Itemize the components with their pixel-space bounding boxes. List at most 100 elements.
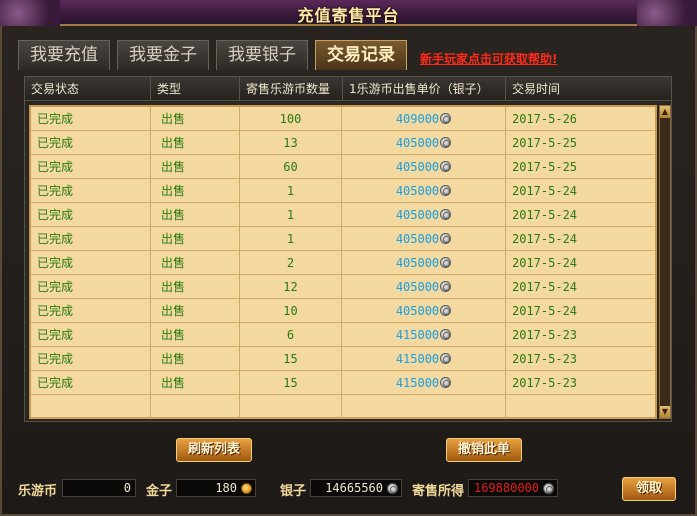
cell-type-text: 出售 (161, 112, 186, 126)
silver-coin-icon (440, 113, 452, 124)
cell-status-text: 已完成 (37, 184, 74, 198)
empty-cell (31, 395, 151, 419)
cell-status: 已完成 (31, 227, 151, 251)
cell-type-text: 出售 (161, 376, 186, 390)
table-row[interactable]: 已完成 出售 100 409000 2017-5-26 (31, 107, 655, 131)
cell-status-text: 已完成 (37, 352, 74, 366)
help-link[interactable]: 新手玩家点击可获取帮助! (420, 50, 557, 67)
table-row[interactable]: 已完成 出售 13 405000 2017-5-25 (31, 131, 655, 155)
cell-status: 已完成 (31, 371, 151, 395)
tab-recharge[interactable]: 我要充值 (18, 40, 110, 70)
cell-type: 出售 (151, 275, 240, 299)
table-row[interactable]: 已完成 出售 1 405000 2017-5-24 (31, 179, 655, 203)
cell-status: 已完成 (31, 347, 151, 371)
cell-quantity: 15 (240, 371, 342, 395)
proceeds-coin-icon (543, 483, 554, 494)
proceeds-label: 寄售所得 (412, 484, 465, 499)
cell-type-text: 出售 (161, 232, 186, 246)
cell-quantity-text: 15 (283, 352, 298, 366)
cell-time-text: 2017-5-24 (512, 280, 578, 294)
cell-unit-price: 405000 (342, 275, 506, 299)
cell-time: 2017-5-24 (506, 179, 655, 203)
silver-coin-icon (440, 329, 452, 340)
header-type: 类型 (151, 77, 240, 101)
cancel-order-button[interactable]: 撤销此单 (446, 438, 522, 462)
cell-time: 2017-5-24 (506, 275, 655, 299)
cell-time-text: 2017-5-26 (512, 112, 578, 126)
empty-cell (151, 395, 240, 419)
cell-status: 已完成 (31, 251, 151, 275)
cell-unit-price-text: 405000 (395, 280, 440, 294)
cell-quantity-text: 13 (283, 136, 298, 150)
table-row[interactable]: 已完成 出售 6 415000 2017-5-23 (31, 323, 655, 347)
cell-type-text: 出售 (161, 136, 186, 150)
cell-unit-price-text: 415000 (395, 376, 440, 390)
cell-quantity-text: 12 (283, 280, 298, 294)
cell-status-text: 已完成 (37, 304, 74, 318)
cell-unit-price-text: 405000 (395, 232, 440, 246)
cell-time-text: 2017-5-24 (512, 232, 578, 246)
cell-type-text: 出售 (161, 280, 186, 294)
silver-coin-icon (440, 209, 452, 220)
cell-type-text: 出售 (161, 328, 186, 342)
scroll-up-icon[interactable]: ▲ (660, 106, 670, 118)
cell-unit-price-text: 405000 (395, 256, 440, 270)
leyoubi-value: 0 (62, 479, 136, 497)
cell-quantity: 2 (240, 251, 342, 275)
table-row[interactable]: 已完成 出售 2 405000 2017-5-24 (31, 251, 655, 275)
cell-type: 出售 (151, 299, 240, 323)
cell-status: 已完成 (31, 203, 151, 227)
cell-unit-price: 415000 (342, 323, 506, 347)
claim-button[interactable]: 领取 (622, 477, 676, 501)
cell-type-text: 出售 (161, 352, 186, 366)
cell-status: 已完成 (31, 131, 151, 155)
cell-time: 2017-5-25 (506, 155, 655, 179)
gold-amount: 180 (215, 481, 237, 495)
cell-quantity-text: 2 (286, 256, 295, 270)
cell-quantity-text: 60 (283, 160, 298, 174)
cell-unit-price-text: 415000 (395, 328, 440, 342)
scroll-down-icon[interactable]: ▼ (660, 406, 670, 418)
empty-cell (506, 395, 655, 419)
cell-time: 2017-5-25 (506, 131, 655, 155)
refresh-list-button[interactable]: 刷新列表 (176, 438, 252, 462)
scrollbar[interactable]: ▲ ▼ (659, 105, 671, 419)
cell-type-text: 出售 (161, 184, 186, 198)
cell-unit-price: 405000 (342, 179, 506, 203)
table-row[interactable]: 已完成 出售 12 405000 2017-5-24 (31, 275, 655, 299)
silver-coin-icon (440, 233, 452, 244)
cell-quantity: 13 (240, 131, 342, 155)
tab-gold[interactable]: 我要金子 (117, 40, 209, 70)
cell-type: 出售 (151, 203, 240, 227)
cell-time: 2017-5-24 (506, 227, 655, 251)
cell-type: 出售 (151, 107, 240, 131)
silver-label: 银子 (280, 484, 307, 499)
cell-status: 已完成 (31, 179, 151, 203)
title-bar: 充值寄售平台 (0, 0, 697, 26)
table-row[interactable]: 已完成 出售 60 405000 2017-5-25 (31, 155, 655, 179)
silver-coin-icon (440, 185, 452, 196)
cell-type-text: 出售 (161, 304, 186, 318)
cell-status-text: 已完成 (37, 136, 74, 150)
cell-quantity: 12 (240, 275, 342, 299)
cell-unit-price-text: 405000 (395, 136, 440, 150)
proceeds-value: 169880000 (468, 479, 558, 497)
cell-unit-price: 405000 (342, 155, 506, 179)
cell-quantity-text: 1 (286, 232, 295, 246)
table-row[interactable]: 已完成 出售 15 415000 2017-5-23 (31, 347, 655, 371)
cell-time-text: 2017-5-23 (512, 352, 578, 366)
cell-quantity: 6 (240, 323, 342, 347)
cell-time: 2017-5-23 (506, 371, 655, 395)
table-row[interactable]: 已完成 出售 10 405000 2017-5-24 (31, 299, 655, 323)
table-row[interactable]: 已完成 出售 1 405000 2017-5-24 (31, 227, 655, 251)
table-row-empty (31, 395, 655, 419)
table-row[interactable]: 已完成 出售 15 415000 2017-5-23 (31, 371, 655, 395)
tab-trade-records[interactable]: 交易记录 (315, 40, 407, 70)
cell-time-text: 2017-5-24 (512, 208, 578, 222)
cell-status: 已完成 (31, 299, 151, 323)
tab-silver[interactable]: 我要银子 (216, 40, 308, 70)
cell-unit-price: 405000 (342, 299, 506, 323)
cell-unit-price: 405000 (342, 203, 506, 227)
table-row[interactable]: 已完成 出售 1 405000 2017-5-24 (31, 203, 655, 227)
cell-quantity-text: 6 (286, 328, 295, 342)
